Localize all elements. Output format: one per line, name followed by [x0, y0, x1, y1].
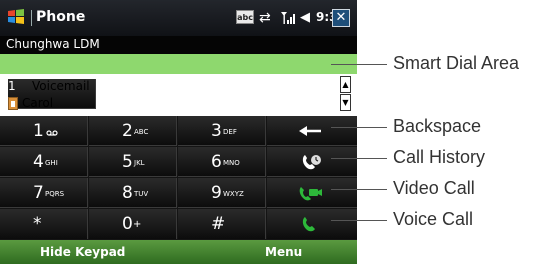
list-item-carol[interactable]: Carol: [0, 95, 335, 113]
key-2[interactable]: 2 ABC: [89, 116, 177, 146]
key-letters: ABC: [134, 128, 149, 136]
video-call-button[interactable]: [267, 178, 357, 208]
input-mode-icon[interactable]: abc: [236, 10, 254, 24]
key-digit: 4: [33, 152, 44, 172]
title-separator: [31, 10, 32, 26]
key-digit: 1: [33, 121, 44, 141]
callout-voice-call: Voice Call: [393, 209, 474, 229]
voicemail-icon: [46, 128, 58, 138]
key-0[interactable]: 0 +: [89, 209, 177, 239]
callout-line-call-history: [331, 158, 387, 159]
key-1[interactable]: 1: [0, 116, 88, 146]
softkey-bar: Hide Keypad Menu: [0, 240, 357, 264]
callout-line-voice-call: [331, 220, 387, 221]
key-hash[interactable]: #: [178, 209, 266, 239]
voice-call-button[interactable]: [267, 209, 357, 239]
dial-keypad: 1 2 ABC 3 DEF 4 GHI 5 JKL 6 MNO 7 PQRS 8…: [0, 116, 357, 240]
key-digit: 8: [122, 183, 133, 203]
smart-dial-results: 1 Voicemail Carol: [0, 74, 357, 116]
key-digit: *: [33, 214, 42, 234]
call-history-icon: [297, 153, 323, 171]
phone-screen: Phone abc ⇄ ◀ 9:31 ✕ Chunghwa LDM 1 Voic…: [0, 0, 357, 264]
smart-dial-area[interactable]: [0, 54, 357, 74]
windows-start-icon[interactable]: [7, 8, 25, 26]
title-bar: Phone abc ⇄ ◀ 9:31 ✕: [0, 0, 357, 36]
list-item-label: Voicemail: [32, 79, 90, 93]
key-digit: 2: [122, 121, 133, 141]
signal-strength-icon[interactable]: [279, 9, 297, 27]
carrier-bar: Chunghwa LDM: [0, 36, 357, 54]
menu-softkey[interactable]: Menu: [265, 245, 302, 259]
key-9[interactable]: 9 WXYZ: [178, 178, 266, 208]
key-letters: +: [133, 219, 142, 230]
key-7[interactable]: 7 PQRS: [0, 178, 88, 208]
key-digit: 3: [211, 121, 222, 141]
key-5[interactable]: 5 JKL: [89, 147, 177, 177]
key-8[interactable]: 8 TUV: [89, 178, 177, 208]
key-6[interactable]: 6 MNO: [178, 147, 266, 177]
key-digit: 9: [211, 183, 222, 203]
callout-backspace: Backspace: [393, 116, 482, 136]
key-digit: #: [211, 214, 226, 234]
key-letters: WXYZ: [223, 190, 244, 198]
scroll-up-button[interactable]: ▲: [340, 76, 351, 93]
key-digit: 7: [33, 183, 44, 203]
callout-call-history: Call History: [393, 147, 486, 167]
voice-call-icon: [297, 215, 323, 233]
video-call-icon: [297, 184, 323, 202]
key-star[interactable]: *: [0, 209, 88, 239]
callout-line-video-call: [331, 189, 387, 190]
callout-smart-dial-area: Smart Dial Area: [393, 53, 520, 73]
carrier-name: Chunghwa LDM: [6, 37, 100, 51]
key-letters: TUV: [134, 190, 149, 198]
close-button[interactable]: ✕: [332, 9, 350, 27]
callout-line-backspace: [331, 127, 387, 128]
key-letters: DEF: [223, 128, 237, 136]
callout-video-call: Video Call: [393, 178, 475, 198]
app-title: Phone: [36, 9, 86, 25]
hide-keypad-softkey[interactable]: Hide Keypad: [40, 245, 125, 259]
backspace-icon: [297, 122, 323, 140]
connectivity-icon[interactable]: ⇄: [259, 9, 275, 27]
callout-line-smart-dial: [331, 64, 387, 65]
list-item-label: Carol: [22, 96, 54, 110]
key-letters: JKL: [134, 159, 145, 167]
scroll-down-button[interactable]: ▼: [340, 94, 351, 111]
call-history-button[interactable]: [267, 147, 357, 177]
key-letters: GHI: [45, 159, 58, 167]
key-4[interactable]: 4 GHI: [0, 147, 88, 177]
key-digit: 6: [211, 152, 222, 172]
key-3[interactable]: 3 DEF: [178, 116, 266, 146]
key-letters: PQRS: [45, 190, 65, 198]
key-digit: 0: [122, 214, 133, 234]
contact-card-icon: [8, 97, 18, 110]
key-digit: 5: [122, 152, 133, 172]
backspace-button[interactable]: [267, 116, 357, 146]
list-item-voicemail[interactable]: 1 Voicemail: [0, 78, 335, 109]
key-letters: MNO: [223, 159, 240, 167]
